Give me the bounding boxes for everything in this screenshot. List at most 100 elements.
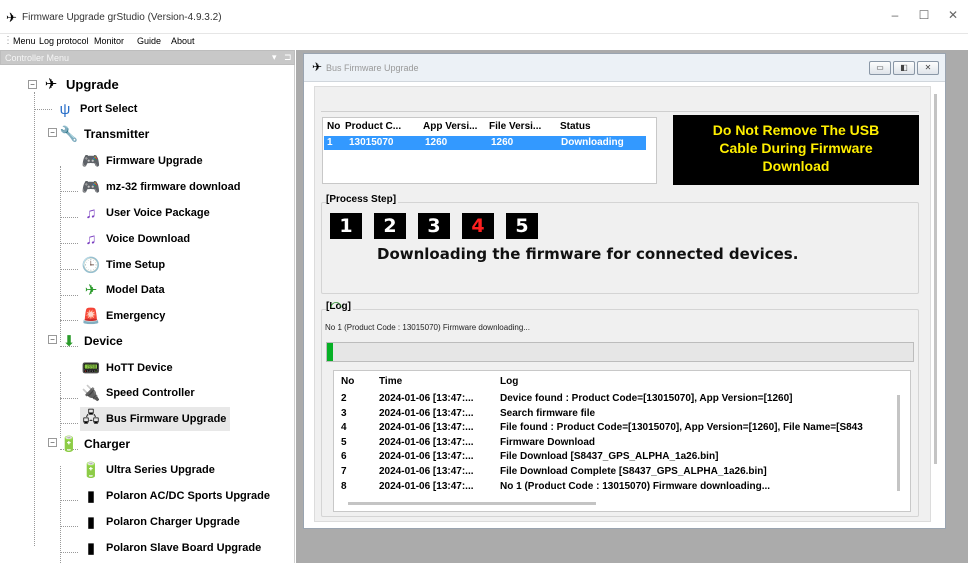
process-step-legend: [Process Step] <box>326 194 399 205</box>
model-plane-icon: ✈ <box>84 282 98 299</box>
expander-charger[interactable]: − <box>48 438 57 447</box>
menu-item-monitor[interactable]: Monitor <box>94 36 124 46</box>
menu-bar: ⋮ Menu Log protocol Monitor Guide About <box>0 34 968 50</box>
tools-icon: 🔧 <box>59 126 79 143</box>
tree-item-time-setup[interactable]: 🕒 Time Setup <box>80 253 165 277</box>
cell-time: 2024-01-06 [13:47:... <box>379 436 474 448</box>
tree-item-firmware-upgrade[interactable]: 🎮 Firmware Upgrade <box>80 149 203 173</box>
table-row[interactable]: 7 2024-01-06 [13:47:... File Download Comp… <box>334 466 894 479</box>
tree-item-polaron-acdc-sports-upgrade[interactable]: ▮ Polaron AC/DC Sports Upgrade <box>80 484 270 508</box>
tree-item-voice-download[interactable]: ♫ Voice Download <box>80 227 190 251</box>
step-5: 5 <box>506 213 538 239</box>
column-header-status[interactable]: Status <box>560 121 591 132</box>
tree-item-polaron-slave-board-upgrade[interactable]: ▮ Polaron Slave Board Upgrade <box>80 536 261 560</box>
table-row[interactable]: 8 2024-01-06 [13:47:... No 1 (Product Code… <box>334 481 894 494</box>
column-header-no[interactable]: No <box>327 121 340 132</box>
expander-upgrade[interactable]: − <box>28 80 37 89</box>
speed-controller-icon: 🔌 <box>81 385 101 402</box>
tree-item-charger[interactable]: 🔋 Charger <box>58 432 130 456</box>
table-row[interactable]: 1 13015070 1260 1260 Downloading <box>324 136 655 150</box>
cell-log: Firmware Download <box>500 436 596 448</box>
menu-item-guide[interactable]: Guide <box>137 36 161 46</box>
column-header-log[interactable]: Log <box>500 376 518 387</box>
plane-icon: ✈ <box>44 76 58 93</box>
expander-transmitter[interactable]: − <box>48 128 57 137</box>
tree-item-upgrade[interactable]: ✈ Upgrade <box>40 72 119 96</box>
cell-no: 1 <box>327 137 333 148</box>
column-header-no[interactable]: No <box>341 376 354 387</box>
child-close-button[interactable]: ✕ <box>917 61 939 75</box>
cell-no: 7 <box>341 466 347 477</box>
step-message: Downloading the firmware for connected d… <box>377 245 799 263</box>
charger-icon: 🔋 <box>81 462 101 479</box>
log-status-text: No 1 (Product Code : 13015070) Firmware … <box>325 323 530 332</box>
music-note-icon: ♫ <box>85 230 97 248</box>
child-minimize-button[interactable]: ▭ <box>869 61 891 75</box>
cell-no: 4 <box>341 422 347 434</box>
column-header-product-code[interactable]: Product C... <box>345 121 401 132</box>
panel-dropdown-button[interactable]: ▾ <box>272 52 277 63</box>
tree-item-bus-firmware-upgrade[interactable]: 🖧 Bus Firmware Upgrade <box>80 407 231 431</box>
minimize-button[interactable]: – <box>880 8 910 26</box>
table-row[interactable]: 4 2024-01-06 [13:47:... File found : Produ… <box>334 422 894 435</box>
child-restore-button[interactable]: ◧ <box>893 61 915 75</box>
cell-no: 5 <box>341 436 347 448</box>
cell-time: 2024-01-06 [13:47:... <box>379 480 474 492</box>
cell-product-code: 13015070 <box>349 137 394 148</box>
panel-pin-button[interactable]: ⊐ <box>284 52 292 63</box>
step-4-active: 4 <box>462 213 494 239</box>
menu-item-menu[interactable]: Menu <box>13 36 36 46</box>
warning-line-2: Cable During Firmware <box>719 140 873 156</box>
tree-item-port-select[interactable]: ψ Port Select <box>54 97 138 121</box>
content-panel: No Product C... App Versi... File Versi.… <box>314 86 931 522</box>
polaron-icon: ▮ <box>86 540 96 557</box>
close-button[interactable]: ✕ <box>938 8 968 26</box>
panel-header: Controller Menu ▾ ⊐ <box>0 50 295 65</box>
clock-icon: 🕒 <box>81 257 101 274</box>
transmitter-icon: 🎮 <box>81 153 101 170</box>
tree-item-mz32-firmware-download[interactable]: 🎮 mz-32 firmware download <box>80 175 241 199</box>
cell-status: Downloading <box>561 137 624 148</box>
window-title: Firmware Upgrade grStudio (Version-4.9.3… <box>22 12 222 23</box>
tree-item-transmitter[interactable]: 🔧 Transmitter <box>58 122 150 146</box>
receiver-icon: 📟 <box>81 360 101 377</box>
expander-device[interactable]: − <box>48 335 57 344</box>
divider <box>321 111 919 112</box>
step-2: 2 <box>374 213 406 239</box>
warning-line-3: Download <box>762 158 830 174</box>
tree-item-model-data[interactable]: ✈ Model Data <box>80 278 165 302</box>
table-row[interactable]: 6 2024-01-06 [13:47:... File Download [S84… <box>334 451 894 464</box>
polaron-icon: ▮ <box>86 488 96 505</box>
tree-item-speed-controller[interactable]: 🔌 Speed Controller <box>80 381 195 405</box>
child-vertical-scrollbar[interactable] <box>934 94 937 464</box>
table-row[interactable]: 2 2024-01-06 [13:47:... Device found : Pro… <box>334 393 894 406</box>
maximize-button[interactable]: ☐ <box>909 8 939 26</box>
cell-log: Search firmware file <box>500 407 596 419</box>
tree-item-polaron-charger-upgrade[interactable]: ▮ Polaron Charger Upgrade <box>80 510 240 534</box>
usb-icon: ψ <box>59 100 71 118</box>
cell-time: 2024-01-06 [13:47:... <box>379 422 474 434</box>
column-header-app-version[interactable]: App Versi... <box>423 121 477 132</box>
menu-item-log-protocol[interactable]: Log protocol <box>39 36 89 46</box>
tree-item-emergency[interactable]: 🚨 Emergency <box>80 304 166 328</box>
menu-tree: − ✈ Upgrade ψ Port Select − 🔧 Transmitte… <box>0 66 295 563</box>
device-table[interactable]: No Product C... App Versi... File Versi.… <box>322 117 657 184</box>
tree-item-hott-device[interactable]: 📟 HoTT Device <box>80 356 173 380</box>
tree-item-user-voice-package[interactable]: ♫ User Voice Package <box>80 201 209 225</box>
log-table[interactable]: No Time Log 2 2024-01-06 [13:47:... Device… <box>333 370 911 512</box>
tree-item-ultra-series-upgrade[interactable]: 🔋 Ultra Series Upgrade <box>80 458 215 482</box>
table-row[interactable]: 3 2024-01-06 [13:47:... Search firmware fi… <box>334 408 894 421</box>
download-icon: ⬇ <box>62 333 76 350</box>
table-row[interactable]: 5 2024-01-06 [13:47:... Firmware Download <box>334 437 894 450</box>
cell-time: 2024-01-06 [13:47:... <box>379 393 474 404</box>
column-header-file-version[interactable]: File Versi... <box>489 121 541 132</box>
log-vertical-scrollbar[interactable] <box>897 395 900 491</box>
step-3: 3 <box>418 213 450 239</box>
menu-item-about[interactable]: About <box>171 36 195 46</box>
column-header-time[interactable]: Time <box>379 376 402 387</box>
tree-item-device[interactable]: ⬇ Device <box>58 329 123 353</box>
bus-device-icon: 🖧 <box>82 408 100 426</box>
transmitter-icon: 🎮 <box>81 179 101 196</box>
loading-spinner-icon: ◠ <box>330 298 343 314</box>
log-horizontal-scrollbar[interactable] <box>348 502 596 505</box>
